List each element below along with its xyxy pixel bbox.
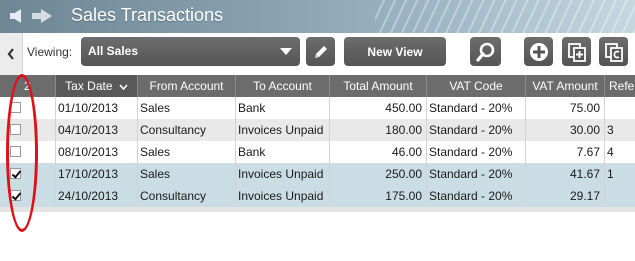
collapse-panel-button[interactable] bbox=[0, 33, 23, 75]
cell-to-account: Invoices Unpaid bbox=[236, 119, 330, 141]
copy-c-icon bbox=[604, 42, 623, 62]
cell-total-amount: 450.00 bbox=[330, 97, 427, 119]
cell-reference: 1 bbox=[607, 167, 614, 181]
cell-tax-date: 01/10/2013 bbox=[56, 97, 138, 119]
view-select[interactable]: All Sales bbox=[81, 37, 300, 66]
cell-total-amount: 46.00 bbox=[330, 141, 427, 163]
table-row[interactable]: 04/10/2013 Consultancy Invoices Unpaid 1… bbox=[0, 119, 635, 141]
sort-descending-icon bbox=[119, 84, 128, 91]
cell-total-amount: 180.00 bbox=[330, 119, 427, 141]
annotation-highlight-ellipse bbox=[6, 74, 38, 232]
arrow-left-icon[interactable] bbox=[10, 9, 21, 23]
chevron-left-icon bbox=[7, 48, 14, 60]
cell-total-amount: 175.00 bbox=[330, 185, 427, 207]
magnifier-icon bbox=[475, 42, 494, 62]
plus-circle-icon bbox=[529, 42, 548, 61]
table-row[interactable]: 01/10/2013 Sales Bank 450.00 Standard - … bbox=[0, 97, 635, 119]
cell-to-account: Bank bbox=[236, 141, 330, 163]
cell-total-amount: 250.00 bbox=[330, 163, 427, 185]
column-header-from-account[interactable]: From Account bbox=[138, 75, 236, 97]
arrow-right-icon[interactable] bbox=[32, 9, 52, 23]
column-header-label: Tax Date bbox=[65, 79, 113, 93]
cell-tax-date: 24/10/2013 bbox=[56, 185, 138, 207]
table-row[interactable]: 24/10/2013 Consultancy Invoices Unpaid 1… bbox=[0, 185, 635, 207]
copy-c-button[interactable] bbox=[599, 37, 628, 66]
page-title: Sales Transactions bbox=[71, 5, 224, 25]
cell-vat-code: Standard - 20% bbox=[427, 163, 526, 185]
cell-vat-amount: 7.67 bbox=[526, 141, 605, 163]
table-row[interactable]: 08/10/2013 Sales Bank 46.00 Standard - 2… bbox=[0, 141, 635, 163]
cell-vat-code: Standard - 20% bbox=[427, 97, 526, 119]
table-row[interactable]: 17/10/2013 Sales Invoices Unpaid 250.00 … bbox=[0, 163, 635, 185]
cell-from-account: Consultancy bbox=[138, 119, 236, 141]
cell-vat-code: Standard - 20% bbox=[427, 185, 526, 207]
column-header-total-amount[interactable]: Total Amount bbox=[330, 75, 427, 97]
cell-reference bbox=[605, 185, 635, 207]
cell-to-account: Bank bbox=[236, 97, 330, 119]
column-header-vat-amount[interactable]: VAT Amount bbox=[526, 75, 605, 97]
pencil-icon bbox=[314, 45, 327, 58]
table-header: 2 Tax Date From Account To Account Total… bbox=[0, 75, 635, 97]
copy-button[interactable] bbox=[562, 37, 591, 66]
new-view-button[interactable]: New View bbox=[344, 37, 446, 66]
cell-from-account: Consultancy bbox=[138, 185, 236, 207]
cell-vat-amount: 29.17 bbox=[526, 185, 605, 207]
edit-view-button[interactable] bbox=[306, 37, 335, 66]
search-button[interactable] bbox=[470, 37, 501, 66]
view-select-value: All Sales bbox=[88, 44, 139, 58]
add-button[interactable] bbox=[524, 37, 553, 66]
cell-reference: 4 bbox=[607, 145, 614, 159]
cell-vat-amount: 41.67 bbox=[526, 163, 605, 185]
cell-tax-date: 17/10/2013 bbox=[56, 163, 138, 185]
cell-vat-code: Standard - 20% bbox=[427, 141, 526, 163]
copy-icon bbox=[567, 42, 586, 62]
cell-to-account: Invoices Unpaid bbox=[236, 163, 330, 185]
column-header-vat-code[interactable]: VAT Code bbox=[427, 75, 526, 97]
cell-reference bbox=[605, 97, 635, 119]
cell-from-account: Sales bbox=[138, 97, 236, 119]
horizontal-scrollbar[interactable] bbox=[0, 207, 635, 212]
cell-vat-code: Standard - 20% bbox=[427, 119, 526, 141]
title-bar-decoration bbox=[375, 0, 635, 33]
cell-from-account: Sales bbox=[138, 141, 236, 163]
cell-tax-date: 08/10/2013 bbox=[56, 141, 138, 163]
title-bar: Sales Transactions bbox=[0, 0, 635, 33]
column-header-tax-date[interactable]: Tax Date bbox=[56, 75, 138, 97]
chevron-down-icon bbox=[280, 48, 292, 55]
cell-tax-date: 04/10/2013 bbox=[56, 119, 138, 141]
cell-vat-amount: 30.00 bbox=[526, 119, 605, 141]
cell-to-account: Invoices Unpaid bbox=[236, 185, 330, 207]
column-header-to-account[interactable]: To Account bbox=[236, 75, 330, 97]
toolbar: Viewing: All Sales New View bbox=[0, 33, 635, 75]
cell-vat-amount: 75.00 bbox=[526, 97, 605, 119]
transactions-grid: 2 Tax Date From Account To Account Total… bbox=[0, 75, 635, 261]
cell-from-account: Sales bbox=[138, 163, 236, 185]
cell-reference: 3 bbox=[607, 123, 614, 137]
viewing-label: Viewing: bbox=[27, 45, 73, 59]
column-header-reference[interactable]: Refe bbox=[605, 75, 635, 97]
